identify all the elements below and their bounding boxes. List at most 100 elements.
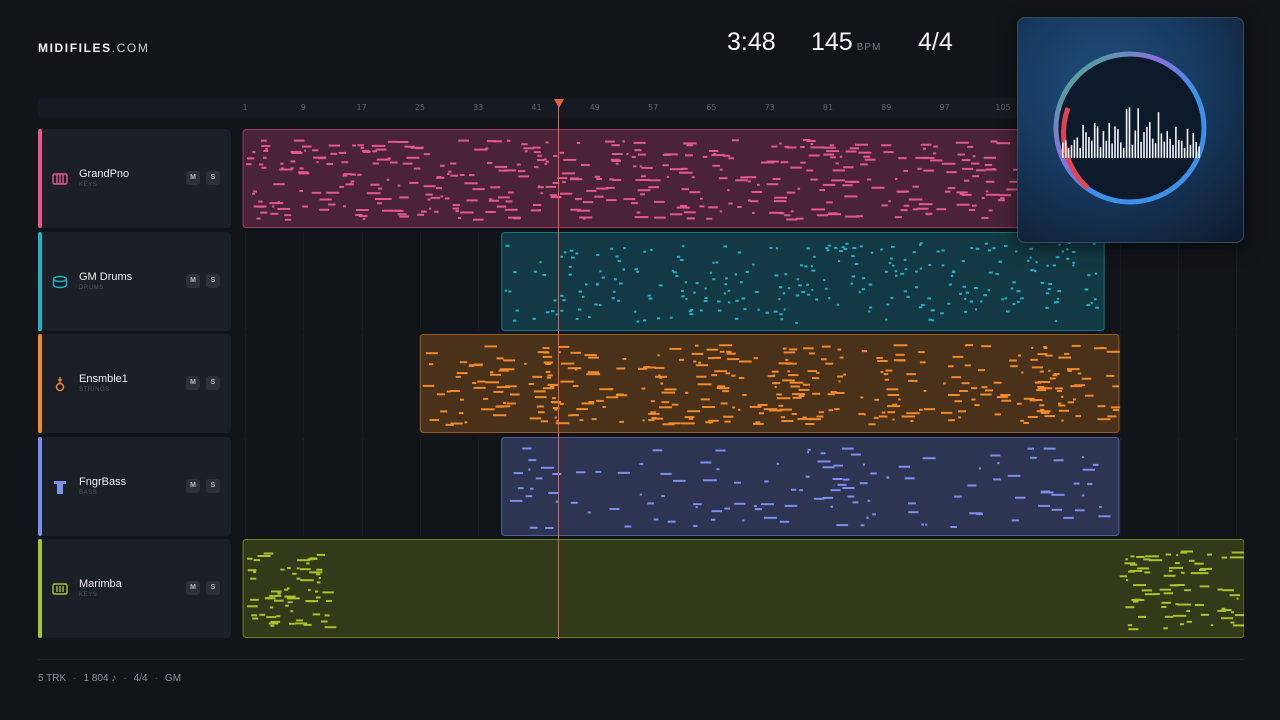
midi-note — [260, 139, 267, 142]
track-lane[interactable] — [237, 437, 1244, 536]
solo-button[interactable]: S — [206, 171, 220, 185]
midi-note — [560, 380, 574, 383]
midi-note — [714, 370, 727, 373]
midi-note — [277, 208, 291, 210]
midi-region[interactable] — [242, 539, 1244, 638]
midi-note — [860, 163, 868, 166]
midi-note — [735, 179, 748, 182]
midi-note — [534, 166, 539, 169]
midi-note — [768, 409, 782, 412]
midi-note — [611, 159, 621, 162]
midi-note — [1175, 603, 1179, 606]
mute-button[interactable]: M — [186, 479, 200, 493]
midi-note — [503, 359, 515, 362]
midi-note — [572, 385, 579, 387]
track-row[interactable]: FngrBass BASS M S — [38, 437, 1244, 536]
midi-note — [896, 190, 910, 193]
midi-note — [898, 398, 901, 401]
visualizer-bar — [1146, 126, 1148, 158]
midi-note — [782, 347, 787, 350]
midi-note — [747, 199, 751, 202]
midi-note — [586, 189, 597, 192]
midi-note — [518, 170, 526, 173]
mute-button[interactable]: M — [186, 376, 200, 390]
midi-note — [681, 188, 689, 191]
midi-note — [460, 211, 474, 214]
midi-note — [1217, 609, 1227, 612]
midi-note — [563, 158, 577, 161]
midi-note — [1210, 624, 1214, 627]
track-lane[interactable] — [237, 232, 1244, 331]
tempo-value: 145 — [811, 28, 853, 56]
track-header[interactable]: GM Drums DRUMS M S — [38, 232, 231, 331]
track-row[interactable]: GM Drums DRUMS M S — [38, 232, 1244, 331]
midi-note — [751, 191, 762, 193]
midi-note — [842, 487, 855, 489]
midi-note — [987, 249, 991, 252]
midi-note — [799, 489, 803, 492]
track-header[interactable]: GrandPno KEYS M S — [38, 129, 231, 228]
solo-button[interactable]: S — [206, 376, 220, 390]
midi-note — [553, 155, 558, 157]
track-lane[interactable] — [237, 334, 1244, 433]
midi-note — [1221, 617, 1234, 620]
midi-note — [427, 198, 431, 201]
midi-note — [648, 179, 661, 182]
footer-note-count: 1 804 ♪ — [83, 673, 117, 684]
midi-note — [774, 274, 779, 277]
midi-note — [498, 369, 509, 372]
mute-button[interactable]: M — [186, 581, 200, 595]
solo-button[interactable]: S — [206, 274, 220, 288]
track-region-canvas — [242, 539, 1244, 638]
midi-note — [990, 140, 998, 143]
midi-note — [417, 213, 425, 216]
track-lane[interactable] — [237, 539, 1244, 638]
midi-note — [1138, 615, 1147, 618]
midi-note — [260, 211, 268, 214]
midi-note — [681, 290, 684, 292]
track-header[interactable]: Ensmble1 STRINGS M S — [38, 334, 231, 433]
playhead-marker[interactable] — [554, 99, 564, 108]
midi-note — [1047, 288, 1051, 290]
playhead-line[interactable] — [558, 103, 559, 639]
mute-button[interactable]: M — [186, 274, 200, 288]
solo-button[interactable]: S — [206, 581, 220, 595]
midi-note — [357, 173, 362, 176]
midi-note — [957, 153, 965, 156]
midi-note — [452, 207, 459, 210]
midi-note — [779, 142, 782, 145]
midi-note — [838, 380, 841, 383]
midi-note — [1071, 251, 1076, 253]
ruler-tick: 81 — [822, 103, 834, 112]
midi-region[interactable] — [419, 334, 1120, 433]
midi-note — [1027, 259, 1030, 262]
midi-note — [712, 261, 715, 264]
midi-region[interactable] — [501, 437, 1120, 536]
visualizer-bar — [1140, 141, 1142, 158]
track-header[interactable]: Marimba KEYS M S — [38, 539, 231, 638]
midi-note — [855, 143, 868, 146]
midi-note — [898, 157, 907, 160]
midi-note — [724, 283, 727, 286]
midi-note — [294, 622, 308, 625]
midi-note — [869, 306, 873, 309]
midi-note — [1040, 490, 1050, 493]
midi-note — [862, 277, 866, 280]
midi-note — [341, 161, 345, 164]
midi-note — [1046, 264, 1049, 267]
midi-note — [247, 157, 255, 160]
midi-note — [933, 145, 938, 148]
midi-note — [861, 350, 867, 353]
solo-button[interactable]: S — [206, 479, 220, 493]
track-header[interactable]: FngrBass BASS M S — [38, 437, 231, 536]
midi-note — [683, 142, 697, 145]
midi-note — [596, 254, 600, 256]
midi-note — [984, 242, 988, 245]
track-row[interactable]: Marimba KEYS M S — [38, 539, 1244, 638]
midi-note — [1133, 598, 1141, 601]
midi-note — [252, 192, 255, 195]
midi-note — [956, 191, 968, 194]
track-row[interactable]: Ensmble1 STRINGS M S — [38, 334, 1244, 433]
midi-note — [533, 151, 541, 154]
mute-button[interactable]: M — [186, 171, 200, 185]
